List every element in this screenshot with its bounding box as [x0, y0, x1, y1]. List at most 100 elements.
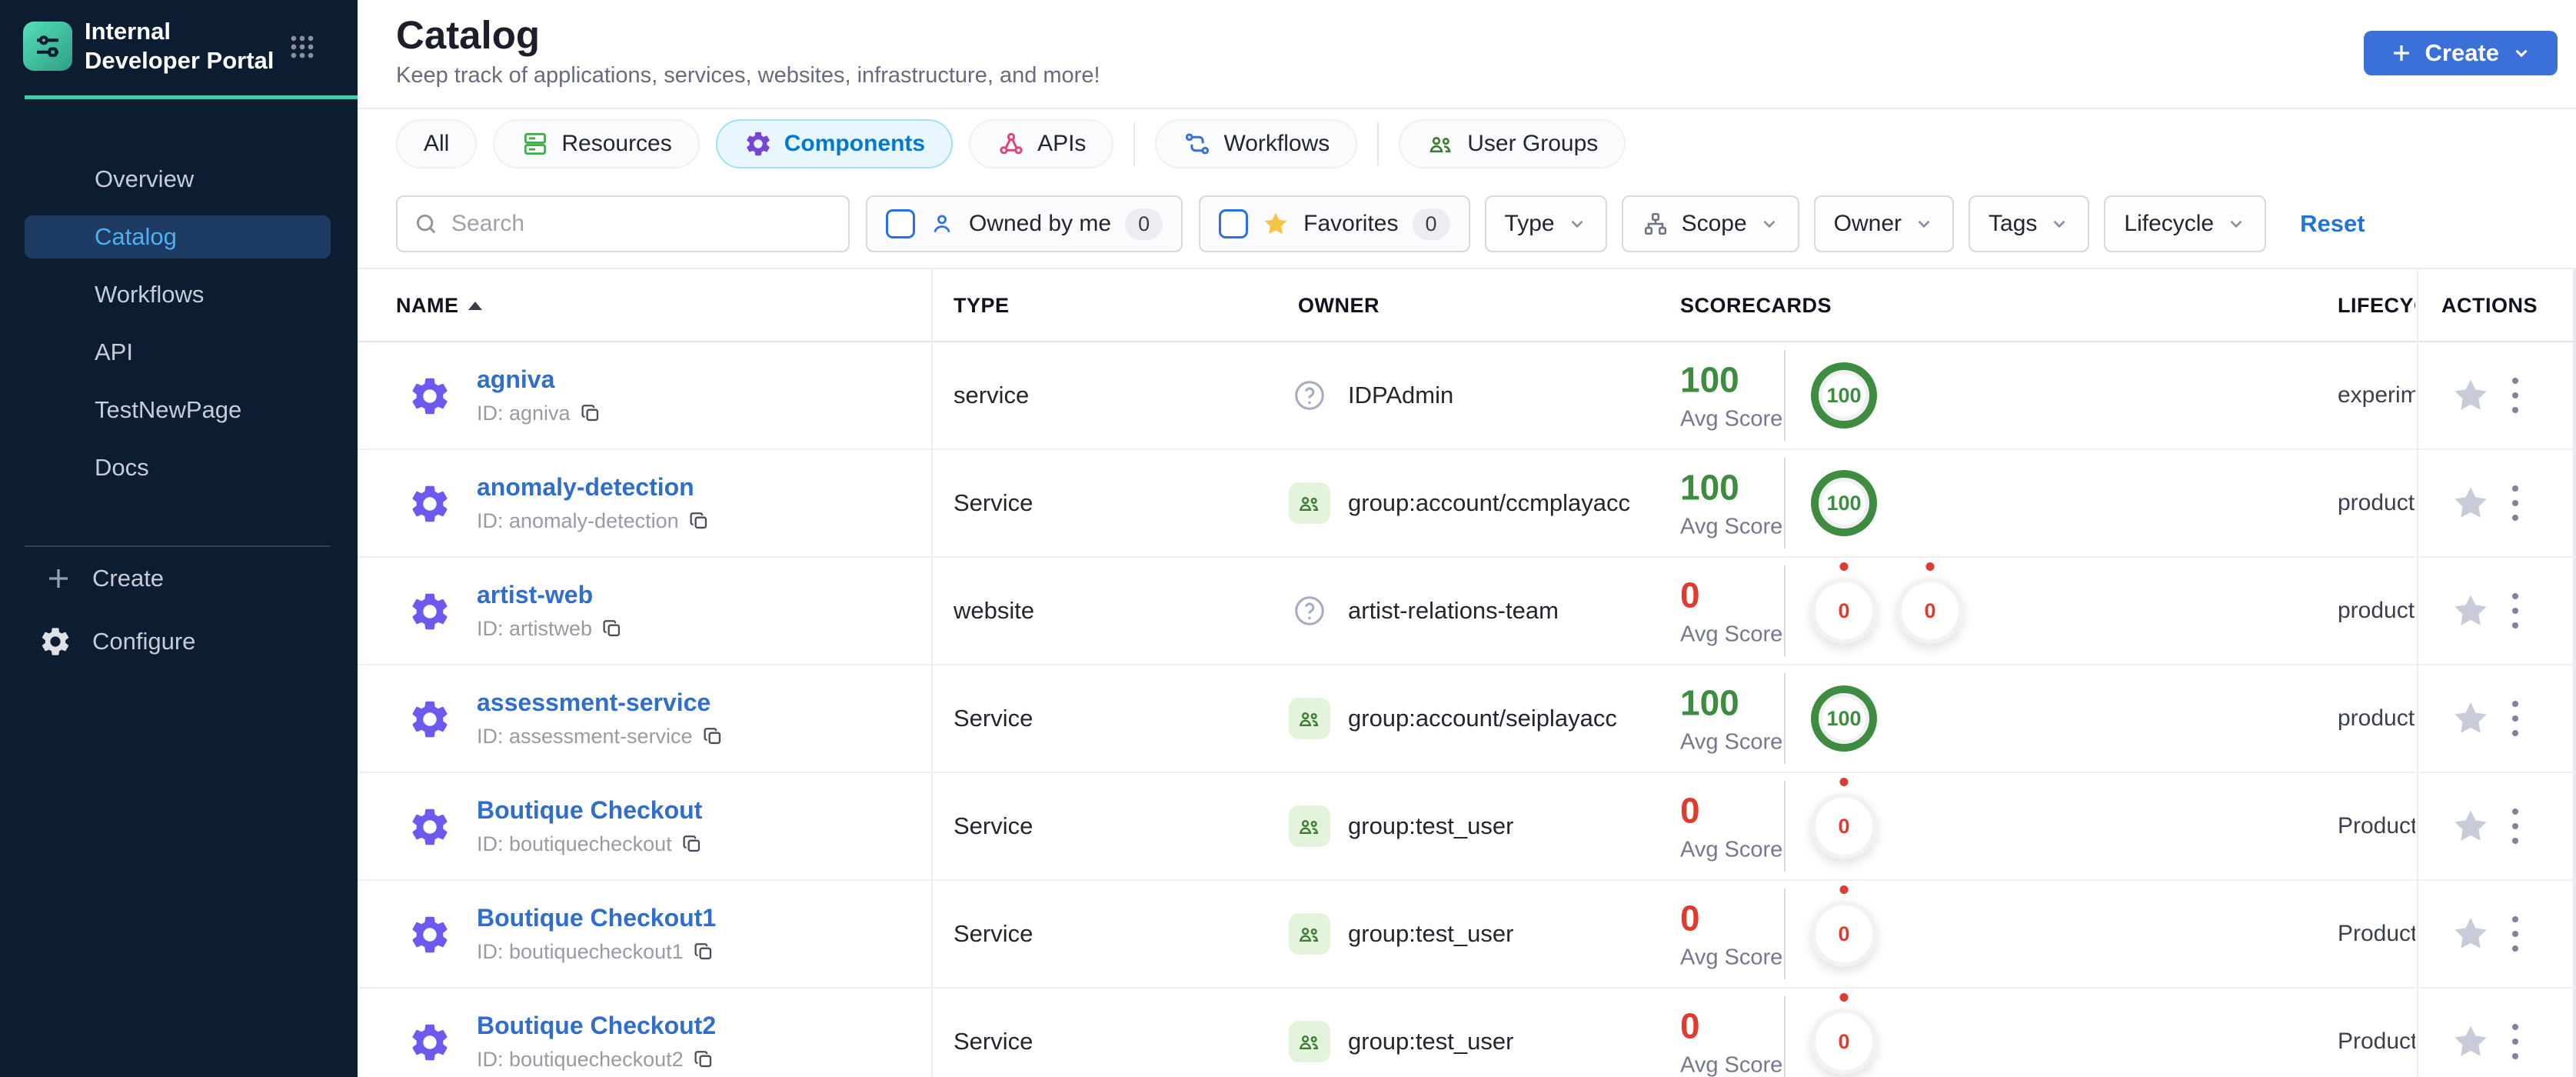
copy-icon[interactable]	[688, 510, 711, 532]
copy-icon[interactable]	[601, 618, 624, 640]
avg-score-label: Avg Score	[1680, 945, 1783, 970]
favorite-star-button[interactable]	[2451, 375, 2491, 415]
entity-owner: group:test_user	[1288, 989, 1513, 1077]
entity-type: Service	[954, 705, 1033, 732]
create-button[interactable]: Create	[2363, 31, 2558, 75]
owned-by-me-filter[interactable]: Owned by me 0	[866, 195, 1183, 252]
table-row[interactable]: artist-web ID: artistweb website artist-…	[358, 558, 2576, 665]
tab-workflows[interactable]: Workflows	[1155, 119, 1358, 168]
row-menu-button[interactable]	[2508, 1019, 2523, 1064]
tab-components[interactable]: Components	[715, 119, 954, 168]
search-box[interactable]	[396, 195, 850, 252]
favorites-checkbox[interactable]	[1219, 209, 1249, 238]
tab-label: All	[424, 131, 450, 156]
row-menu-button[interactable]	[2508, 804, 2523, 849]
entity-name-link[interactable]: Boutique Checkout	[477, 796, 702, 824]
entity-owner: IDPAdmin	[1288, 342, 1453, 448]
sidebar-configure-button[interactable]: Configure	[38, 625, 195, 659]
component-gear-icon	[408, 1020, 452, 1069]
favorite-star-button[interactable]	[2451, 806, 2491, 846]
entity-name-link[interactable]: anomaly-detection	[477, 473, 694, 501]
reset-filters-button[interactable]: Reset	[2300, 210, 2365, 238]
column-header-scorecards[interactable]: SCORECARDS	[1680, 269, 1832, 342]
scorecard-score-badge[interactable]: 100	[1811, 362, 1877, 428]
row-menu-button[interactable]	[2508, 589, 2523, 633]
row-menu-button[interactable]	[2508, 696, 2523, 741]
column-header-lifecycle[interactable]: LIFECYCLE	[2338, 269, 2415, 342]
star-icon	[1262, 210, 1290, 238]
table-row[interactable]: Boutique Checkout1 ID: boutiquecheckout1…	[358, 881, 2576, 989]
owner-icon-slot	[1288, 593, 1331, 629]
search-input[interactable]	[451, 211, 833, 237]
tab-apis[interactable]: APIs	[969, 119, 1114, 168]
favorites-filter[interactable]: Favorites 0	[1199, 195, 1470, 252]
owner-filter-dropdown[interactable]: Owner	[1813, 195, 1955, 252]
tab-group-divider	[1133, 122, 1136, 165]
tags-filter-dropdown[interactable]: Tags	[1969, 195, 2090, 252]
favorite-star-button[interactable]	[2451, 483, 2491, 523]
avg-score-value: 100	[1680, 359, 1739, 400]
entity-type: Service	[954, 920, 1033, 947]
scorecard-score-badge[interactable]: 100	[1811, 470, 1877, 536]
tab-user-groups[interactable]: User Groups	[1399, 119, 1626, 168]
copy-icon[interactable]	[580, 402, 602, 425]
sidebar-item-api[interactable]: API	[25, 331, 331, 374]
sidebar-item-overview[interactable]: Overview	[25, 158, 331, 201]
copy-icon[interactable]	[702, 725, 724, 748]
sidebar-item-catalog[interactable]: Catalog	[25, 215, 331, 258]
entity-name-link[interactable]: Boutique Checkout2	[477, 1012, 716, 1039]
sidebar-create-button[interactable]: Create	[45, 565, 164, 592]
row-menu-button[interactable]	[2508, 912, 2523, 956]
owned-by-me-checkbox[interactable]	[886, 209, 915, 238]
favorite-star-button[interactable]	[2451, 699, 2491, 739]
entity-lifecycle: production	[2338, 598, 2415, 623]
scorecard-score-badge[interactable]: 100	[1811, 685, 1877, 752]
table-row[interactable]: anomaly-detection ID: anomaly-detection …	[358, 450, 2576, 558]
tab-all[interactable]: All	[396, 119, 478, 168]
entity-id: ID: boutiquecheckout	[477, 832, 704, 856]
entity-name-link[interactable]: agniva	[477, 365, 554, 393]
scorecard-score-badge[interactable]: 0	[1811, 562, 1877, 644]
tab-label: User Groups	[1467, 131, 1599, 156]
progress-start-dot	[1839, 778, 1849, 786]
sidebar-item-testnewpage[interactable]: TestNewPage	[25, 388, 331, 432]
sidebar-item-workflows[interactable]: Workflows	[25, 273, 331, 316]
copy-icon[interactable]	[681, 833, 704, 855]
scorecard-score-badge[interactable]: 0	[1811, 778, 1877, 859]
group-icon	[1289, 1021, 1330, 1062]
owner-icon-slot	[1288, 1021, 1331, 1062]
tab-resources[interactable]: Resources	[493, 119, 700, 168]
lifecycle-filter-dropdown[interactable]: Lifecycle	[2104, 195, 2267, 252]
scorecard-score-badge[interactable]: 0	[1811, 885, 1877, 967]
table-row[interactable]: agniva ID: agniva service IDPAdmin 100 A…	[358, 342, 2576, 450]
entity-lifecycle: Production	[2338, 921, 2415, 946]
entity-name-link[interactable]: assessment-service	[477, 689, 711, 716]
entity-name-link[interactable]: artist-web	[477, 581, 593, 609]
avg-score-label: Avg Score	[1680, 514, 1783, 539]
component-gear-icon	[408, 482, 452, 530]
scorecard-score-badge[interactable]: 0	[1897, 562, 1963, 644]
scorecard-score-badge[interactable]: 0	[1811, 993, 1877, 1075]
owner-label: group:test_user	[1348, 920, 1514, 947]
app-grid-icon[interactable]	[288, 32, 317, 65]
row-menu-button[interactable]	[2508, 373, 2523, 418]
column-header-owner[interactable]: OWNER	[1298, 269, 1380, 342]
type-filter-dropdown[interactable]: Type	[1484, 195, 1607, 252]
table-row[interactable]: Boutique Checkout ID: boutiquecheckout S…	[358, 773, 2576, 881]
favorite-star-button[interactable]	[2451, 591, 2491, 631]
column-header-type[interactable]: TYPE	[954, 269, 1010, 342]
copy-icon[interactable]	[693, 1049, 715, 1071]
scope-filter-dropdown[interactable]: Scope	[1621, 195, 1799, 252]
favorite-star-button[interactable]	[2451, 914, 2491, 954]
entity-name-link[interactable]: Boutique Checkout1	[477, 904, 716, 932]
entity-name-block: anomaly-detection ID: anomaly-detection	[477, 473, 711, 533]
owner-label: group:account/seiplayacc	[1348, 705, 1617, 732]
chevron-down-icon	[2049, 214, 2069, 234]
row-menu-button[interactable]	[2508, 481, 2523, 525]
table-row[interactable]: Boutique Checkout2 ID: boutiquecheckout2…	[358, 989, 2576, 1077]
sidebar-item-docs[interactable]: Docs	[25, 446, 331, 489]
column-header-name[interactable]: NAME	[396, 269, 482, 342]
table-row[interactable]: assessment-service ID: assessment-servic…	[358, 665, 2576, 773]
copy-icon[interactable]	[693, 941, 715, 963]
favorite-star-button[interactable]	[2451, 1022, 2491, 1062]
